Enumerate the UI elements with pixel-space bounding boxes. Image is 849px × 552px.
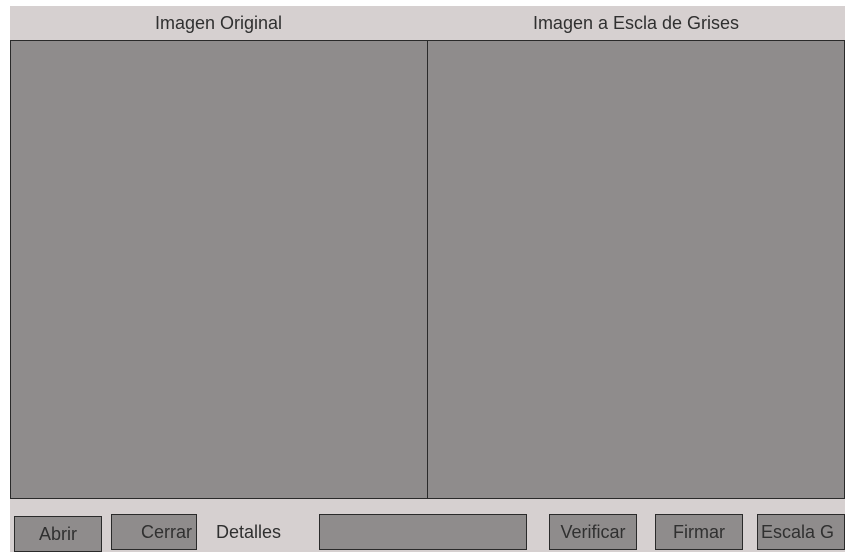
open-button[interactable]: Abrir xyxy=(14,516,102,552)
grayscale-image-title: Imagen a Escla de Grises xyxy=(532,13,740,33)
close-button[interactable]: Cerrar xyxy=(111,514,197,550)
details-label: Detalles xyxy=(216,522,282,542)
grayscale-image-panel xyxy=(427,40,845,499)
sign-button[interactable]: Firmar xyxy=(655,514,743,550)
original-image-panel xyxy=(10,40,428,499)
original-image-title: Imagen Original xyxy=(154,13,283,33)
details-field[interactable] xyxy=(319,514,527,550)
verify-button[interactable]: Verificar xyxy=(549,514,637,550)
grayscale-button[interactable]: Escala G xyxy=(757,514,845,550)
